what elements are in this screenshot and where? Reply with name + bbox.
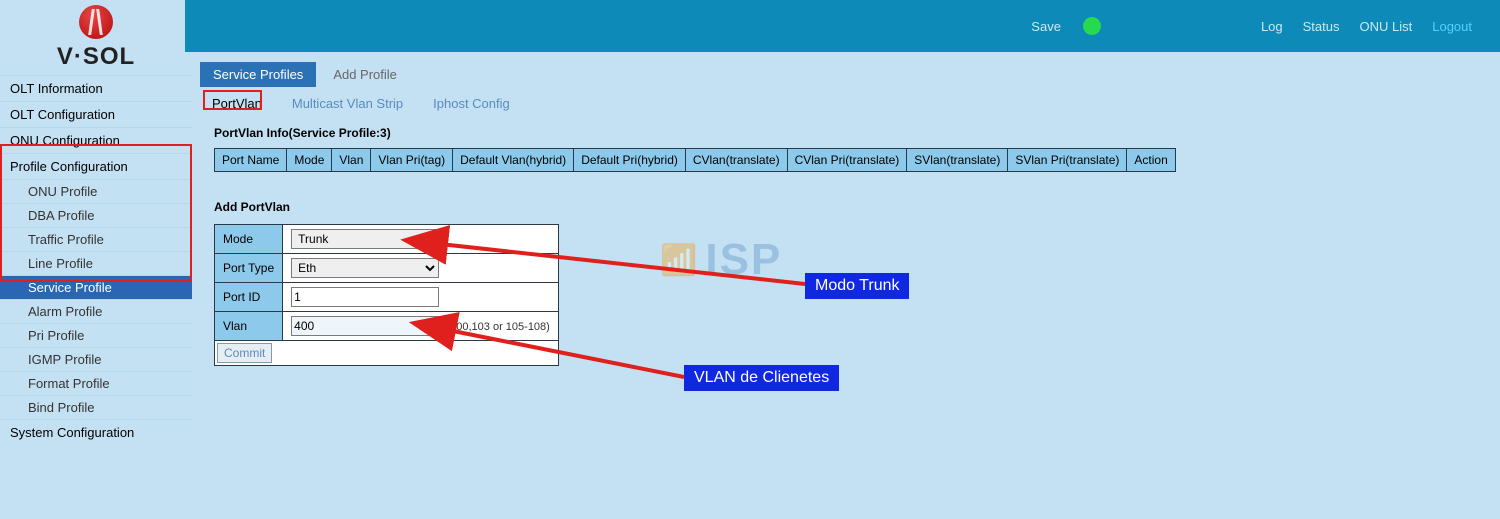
sidebar-item-service-profile[interactable]: Service Profile <box>0 275 192 299</box>
col-svlan: SVlan(translate) <box>907 149 1008 172</box>
subtab-iphost[interactable]: Iphost Config <box>423 93 520 114</box>
sidebar-item-dba-profile[interactable]: DBA Profile <box>0 203 192 227</box>
col-cvlan-pri: CVlan Pri(translate) <box>787 149 907 172</box>
main-tabs: Service Profiles Add Profile <box>200 62 1490 87</box>
sidebar-item-format-profile[interactable]: Format Profile <box>0 371 192 395</box>
callout-modo-trunk: Modo Trunk <box>805 273 909 299</box>
logo-area: V·SOL <box>0 0 192 75</box>
col-svlan-pri: SVlan Pri(translate) <box>1008 149 1127 172</box>
save-link[interactable]: Save <box>1031 19 1061 34</box>
sidebar-item-pri-profile[interactable]: Pri Profile <box>0 323 192 347</box>
onu-list-link[interactable]: ONU List <box>1360 19 1413 34</box>
mode-select[interactable]: Trunk <box>291 229 439 249</box>
col-mode: Mode <box>287 149 332 172</box>
commit-button[interactable]: Commit <box>217 343 272 363</box>
sidebar-item-bind-profile[interactable]: Bind Profile <box>0 395 192 419</box>
col-vlan: Vlan <box>332 149 371 172</box>
vlan-label: Vlan <box>215 312 283 341</box>
logout-link[interactable]: Logout <box>1432 19 1472 34</box>
mode-label: Mode <box>215 225 283 254</box>
col-action: Action <box>1127 149 1175 172</box>
col-def-pri: Default Pri(hybrid) <box>574 149 686 172</box>
sidebar-cat-system-config[interactable]: System Configuration <box>0 419 192 445</box>
callout-vlan-clientes: VLAN de Clienetes <box>684 365 839 391</box>
sidebar-item-igmp-profile[interactable]: IGMP Profile <box>0 347 192 371</box>
sidebar-item-line-profile[interactable]: Line Profile <box>0 251 192 275</box>
col-vlan-pri: Vlan Pri(tag) <box>371 149 453 172</box>
topbar: Save Log Status ONU List Logout <box>185 0 1500 52</box>
sidebar: OLT Information OLT Configuration ONU Co… <box>0 75 192 445</box>
sidebar-item-alarm-profile[interactable]: Alarm Profile <box>0 299 192 323</box>
sidebar-cat-olt-config[interactable]: OLT Configuration <box>0 101 192 127</box>
vlan-input[interactable] <box>291 316 439 336</box>
sidebar-cat-onu-config[interactable]: ONU Configuration <box>0 127 192 153</box>
portid-input[interactable] <box>291 287 439 307</box>
logo-icon <box>79 5 113 39</box>
status-dot-icon <box>1083 17 1101 35</box>
sidebar-cat-olt-info[interactable]: OLT Information <box>0 75 192 101</box>
porttype-label: Port Type <box>215 254 283 283</box>
col-port-name: Port Name <box>215 149 287 172</box>
porttype-select[interactable]: Eth <box>291 258 439 278</box>
subtab-multicast[interactable]: Multicast Vlan Strip <box>282 93 413 114</box>
sidebar-item-traffic-profile[interactable]: Traffic Profile <box>0 227 192 251</box>
tab-service-profiles[interactable]: Service Profiles <box>200 62 316 87</box>
add-portvlan-form: Mode Trunk Port Type Eth Port ID Vlan <box>214 224 559 366</box>
sidebar-item-onu-profile[interactable]: ONU Profile <box>0 179 192 203</box>
brand-text: V·SOL <box>57 43 135 71</box>
vlan-hint: (100,103 or 105-108) <box>446 321 549 333</box>
portvlan-info-table: Port Name Mode Vlan Vlan Pri(tag) Defaul… <box>214 148 1176 172</box>
sub-tabs: PortVlan Multicast Vlan Strip Iphost Con… <box>202 93 1490 114</box>
col-def-vlan: Default Vlan(hybrid) <box>453 149 574 172</box>
portvlan-info-title: PortVlan Info(Service Profile:3) <box>214 126 1490 140</box>
status-link[interactable]: Status <box>1303 19 1340 34</box>
col-cvlan: CVlan(translate) <box>685 149 787 172</box>
subtab-portvlan[interactable]: PortVlan <box>202 93 272 114</box>
main-content: Service Profiles Add Profile PortVlan Mu… <box>200 58 1490 366</box>
log-link[interactable]: Log <box>1261 19 1283 34</box>
add-portvlan-title: Add PortVlan <box>214 200 1490 214</box>
portid-label: Port ID <box>215 283 283 312</box>
sidebar-cat-profile-config[interactable]: Profile Configuration <box>0 153 192 179</box>
tab-add-profile[interactable]: Add Profile <box>320 62 410 87</box>
